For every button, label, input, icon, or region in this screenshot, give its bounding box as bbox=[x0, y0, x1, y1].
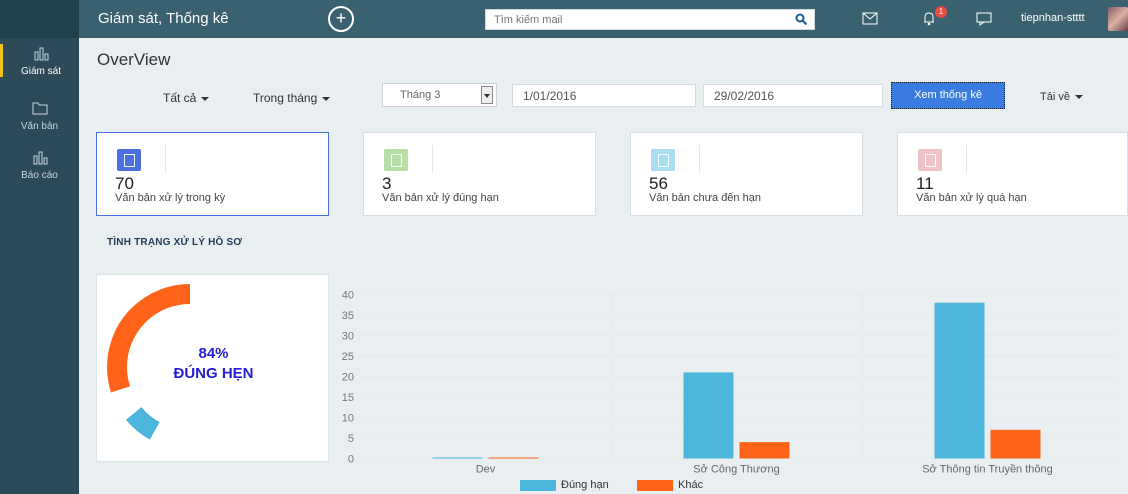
y-tick-label: 10 bbox=[342, 413, 354, 425]
y-tick-label: 25 bbox=[342, 351, 354, 363]
y-tick-label: 15 bbox=[342, 392, 354, 404]
period-dropdown-label: Trong tháng bbox=[253, 91, 318, 105]
divider bbox=[432, 145, 433, 173]
section-title: TÌNH TRẠNG XỬ LÝ HỒ SƠ bbox=[107, 237, 243, 248]
top-title: Giám sát, Thống kê bbox=[98, 10, 229, 27]
divider bbox=[699, 145, 700, 173]
donut-percent: 84% bbox=[198, 345, 229, 362]
document-pending-icon bbox=[651, 149, 675, 171]
legend-swatch bbox=[637, 479, 673, 491]
select-arrow-icon[interactable] bbox=[481, 86, 493, 104]
legend-label: Khác bbox=[678, 479, 704, 491]
y-tick-label: 5 bbox=[348, 433, 354, 445]
bar[interactable] bbox=[990, 429, 1041, 459]
sidebar-item-label: Văn bản bbox=[20, 121, 59, 132]
stat-card-on-time[interactable]: 3 Văn bản xử lý đúng hạn bbox=[363, 132, 596, 216]
document-check-icon bbox=[384, 149, 408, 171]
bar-chart: 0 5 10 15 20 25 30 35 40 Dev Sở Công Thương Sở Thôn… bbox=[342, 290, 1113, 476]
chevron-down-icon bbox=[201, 96, 210, 101]
sidebar: Giám sát Văn bản Báo cáo bbox=[0, 0, 79, 494]
divider bbox=[165, 145, 166, 173]
search-input[interactable] bbox=[486, 10, 786, 29]
folder-icon bbox=[32, 102, 47, 115]
y-tick-label: 0 bbox=[348, 454, 354, 466]
bar[interactable] bbox=[934, 302, 985, 459]
x-tick-label: Dev bbox=[476, 464, 496, 476]
legend-label: Đúng hạn bbox=[561, 479, 609, 491]
x-tick-label: Sở Thông tin Truyền thông bbox=[922, 464, 1053, 476]
x-tick-label: Sở Công Thương bbox=[693, 464, 779, 476]
bar-chart-icon bbox=[34, 47, 49, 61]
add-button[interactable]: + bbox=[328, 6, 354, 32]
chevron-down-icon bbox=[322, 96, 331, 101]
app-root: Giám sát Văn bản Báo cáo Giám sát, Thống… bbox=[0, 0, 1128, 494]
legend-item-dung-han[interactable]: Đúng hạn bbox=[520, 479, 609, 491]
stat-card-overdue[interactable]: 11 Văn bản xử lý quá hạn bbox=[897, 132, 1128, 216]
stat-label: Văn bản xử lý quá hạn bbox=[916, 192, 1027, 204]
y-tick-label: 20 bbox=[342, 372, 354, 384]
view-statistics-button[interactable]: Xem thống kê bbox=[891, 82, 1005, 109]
top-bar: Giám sát, Thống kê + 1 tiepnhan-stttt bbox=[79, 0, 1128, 38]
document-edit-icon bbox=[117, 149, 141, 171]
stat-label: Văn bản chưa đến hạn bbox=[649, 192, 761, 204]
legend-item-khac[interactable]: Khác bbox=[637, 479, 703, 491]
scope-dropdown-label: Tất cả bbox=[163, 91, 197, 105]
search-box bbox=[485, 9, 815, 30]
user-name[interactable]: tiepnhan-stttt bbox=[1021, 12, 1085, 24]
download-dropdown[interactable]: Tải về bbox=[1040, 91, 1083, 103]
sidebar-item-giam-sat[interactable]: Giám sát bbox=[0, 44, 79, 77]
sidebar-item-van-ban[interactable]: Văn bản bbox=[0, 99, 79, 132]
search-icon[interactable] bbox=[795, 13, 808, 26]
donut-card: 84% ĐÚNG HẸN bbox=[96, 274, 329, 462]
stat-value: 3 bbox=[382, 174, 392, 193]
from-date-field[interactable]: 1/01/2016 bbox=[512, 84, 696, 107]
y-tick-label: 30 bbox=[342, 331, 354, 343]
period-dropdown[interactable]: Trong tháng bbox=[253, 91, 331, 105]
mail-icon[interactable] bbox=[862, 12, 878, 25]
bar[interactable] bbox=[739, 442, 790, 459]
notification-badge: 1 bbox=[935, 6, 947, 18]
sidebar-item-label: Báo cáo bbox=[21, 170, 58, 181]
y-tick-label: 35 bbox=[342, 310, 354, 322]
stat-card-not-due[interactable]: 56 Văn bản chưa đến hạn bbox=[630, 132, 863, 216]
bar[interactable] bbox=[683, 372, 734, 459]
donut-status: ĐÚNG HẸN bbox=[173, 365, 254, 382]
stat-value: 70 bbox=[115, 174, 134, 193]
divider bbox=[966, 145, 967, 173]
month-select-value: Tháng 3 bbox=[400, 89, 441, 101]
logo-area bbox=[0, 0, 79, 38]
to-date-field[interactable]: 29/02/2016 bbox=[703, 84, 883, 107]
stat-value: 11 bbox=[916, 174, 934, 193]
avatar[interactable] bbox=[1108, 7, 1128, 31]
y-tick-label: 40 bbox=[342, 290, 354, 302]
sidebar-item-bao-cao[interactable]: Báo cáo bbox=[0, 148, 79, 181]
chat-icon[interactable] bbox=[976, 12, 992, 26]
stat-label: Văn bản xử lý trong kỳ bbox=[115, 192, 226, 204]
month-select[interactable]: Tháng 3 bbox=[382, 83, 497, 107]
bar[interactable] bbox=[488, 457, 539, 459]
legend-swatch bbox=[520, 479, 556, 491]
scope-dropdown[interactable]: Tất cả bbox=[163, 91, 210, 105]
sidebar-item-label: Giám sát bbox=[20, 66, 61, 77]
chevron-down-icon bbox=[1074, 95, 1083, 100]
bar-chart-icon bbox=[33, 151, 47, 165]
page-title: OverView bbox=[97, 50, 171, 69]
document-overdue-icon bbox=[918, 149, 942, 171]
stat-label: Văn bản xử lý đúng hạn bbox=[382, 192, 499, 204]
bar[interactable] bbox=[432, 457, 483, 459]
stat-value: 56 bbox=[649, 174, 668, 193]
stat-card-processed[interactable]: 70 Văn bản xử lý trong kỳ bbox=[96, 132, 329, 216]
download-dropdown-label: Tải về bbox=[1040, 91, 1070, 103]
